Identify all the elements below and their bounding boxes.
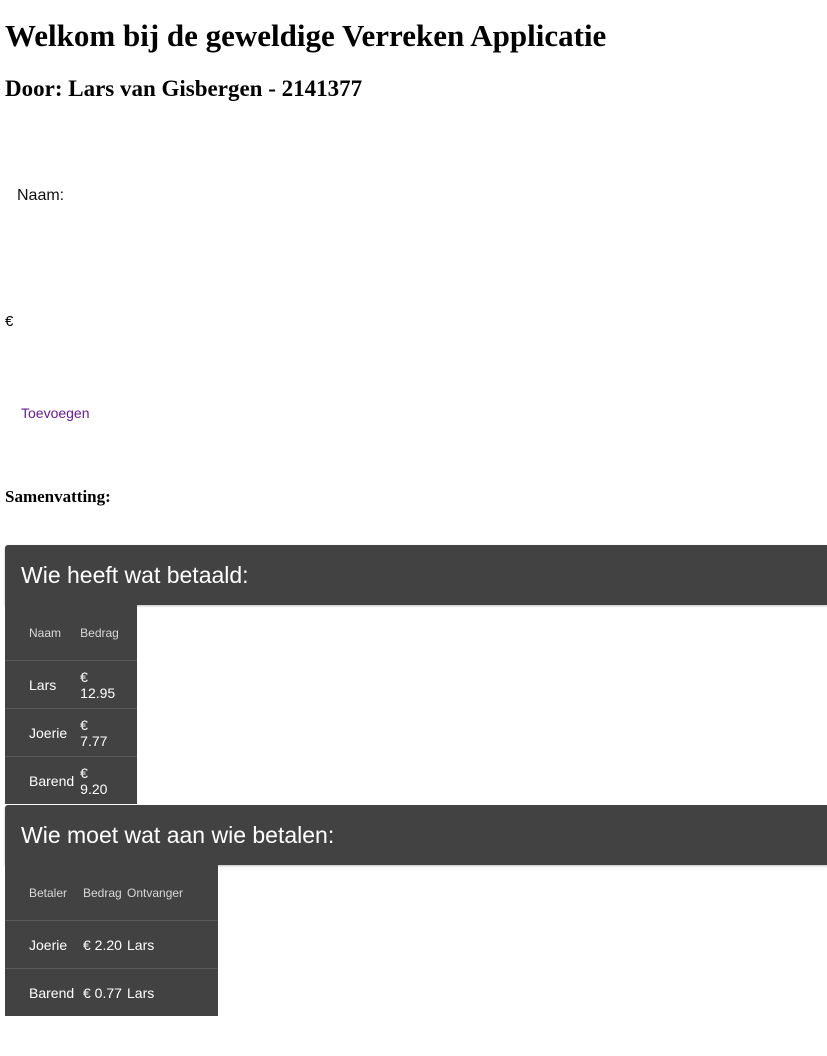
table-row: Lars € 12.95	[5, 660, 137, 709]
owe-header-payer: Betaler	[29, 885, 68, 900]
owe-header-amount: Bedrag	[83, 885, 122, 900]
add-link[interactable]: Toevoegen	[21, 403, 90, 423]
summary-heading: Samenvatting:	[5, 487, 111, 506]
owe-row-amount: € 0.77	[83, 968, 127, 1016]
owe-table: Betaler Bedrag Ontvanger Joerie € 2.20 L…	[5, 865, 218, 1016]
paid-row-name: Joerie	[5, 708, 75, 757]
owe-table-header-row: Betaler Bedrag Ontvanger	[5, 865, 218, 921]
amount-input[interactable]	[18, 308, 218, 336]
page-subtitle: Door: Lars van Gisbergen - 2141377	[5, 76, 363, 101]
paid-header-amount: Bedrag	[80, 625, 119, 640]
table-row: Barend € 0.77 Lars	[5, 968, 218, 1016]
paid-header-name: Naam	[29, 625, 62, 640]
owe-row-payer: Joerie	[5, 920, 83, 969]
paid-row-amount: € 12.95	[74, 660, 137, 709]
paid-row-amount: € 9.20	[74, 756, 137, 804]
owe-row-payer: Barend	[5, 968, 83, 1016]
paid-row-currency: €	[80, 764, 88, 781]
table-row: Joerie € 7.77	[5, 708, 137, 757]
paid-row-value: 9.20	[80, 780, 108, 797]
paid-row-currency: €	[80, 668, 88, 685]
table-row: Joerie € 2.20 Lars	[5, 920, 218, 969]
paid-table: Naam Bedrag Lars € 12.95 Joerie € 7.77 B…	[5, 605, 137, 804]
owe-header-receiver: Ontvanger	[127, 885, 184, 900]
table-row: Barend € 9.20	[5, 756, 137, 804]
name-label: Naam:	[17, 187, 65, 204]
currency-symbol: €	[5, 313, 14, 330]
paid-row-currency: €	[80, 716, 88, 733]
page-title: Welkom bij de geweldige Verreken Applica…	[5, 18, 607, 53]
paid-row-name: Barend	[5, 756, 75, 804]
paid-row-value: 12.95	[80, 684, 116, 701]
name-input[interactable]	[17, 210, 317, 238]
paid-row-name: Lars	[5, 660, 75, 709]
paid-panel-header: Wie heeft wat betaald:	[5, 545, 827, 605]
owe-row-receiver: Lars	[127, 920, 218, 969]
paid-row-value: 7.77	[80, 732, 108, 749]
owe-row-receiver: Lars	[127, 968, 218, 1016]
paid-row-amount: € 7.77	[74, 708, 137, 757]
owe-row-amount: € 2.20	[83, 920, 127, 969]
owe-panel-header: Wie moet wat aan wie betalen:	[5, 805, 827, 865]
paid-table-header-row: Naam Bedrag	[5, 605, 137, 661]
